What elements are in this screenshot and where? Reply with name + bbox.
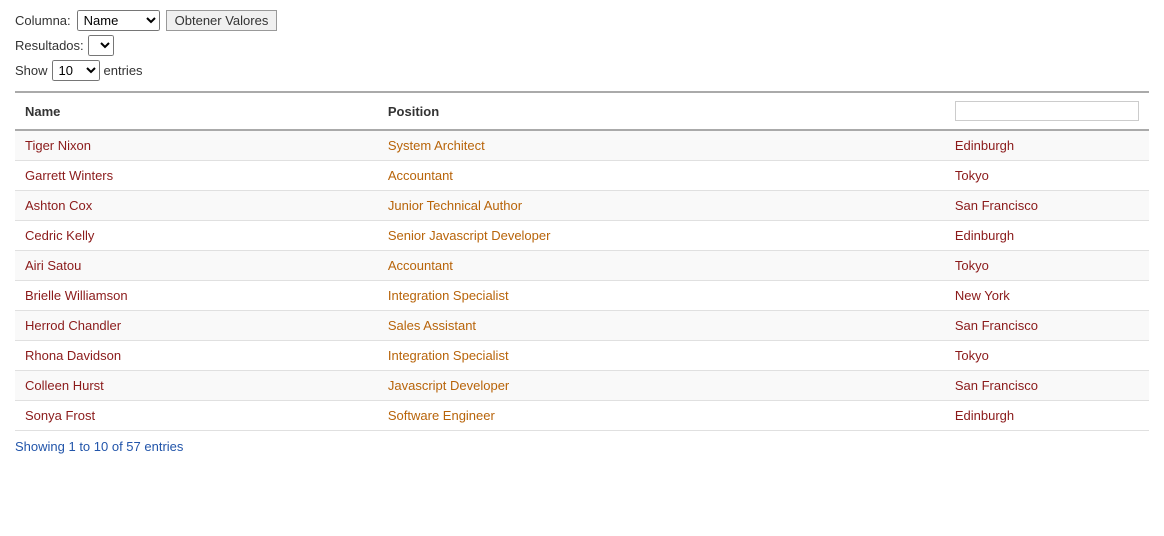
cell-name: Sonya Frost: [15, 401, 378, 431]
cell-name: Airi Satou: [15, 251, 378, 281]
cell-name: Colleen Hurst: [15, 371, 378, 401]
cell-office: New York: [945, 281, 1149, 311]
show-entries-row: Show 102550100 entries: [15, 60, 1149, 81]
cell-office: San Francisco: [945, 371, 1149, 401]
table-body: Tiger NixonSystem ArchitectEdinburghGarr…: [15, 130, 1149, 431]
table-row: Garrett WintersAccountantTokyo: [15, 161, 1149, 191]
cell-name: Brielle Williamson: [15, 281, 378, 311]
cell-office: San Francisco: [945, 191, 1149, 221]
entries-select[interactable]: 102550100: [52, 60, 100, 81]
table-row: Herrod ChandlerSales AssistantSan Franci…: [15, 311, 1149, 341]
cell-name: Garrett Winters: [15, 161, 378, 191]
col-header-search[interactable]: [945, 92, 1149, 130]
resultados-label: Resultados:: [15, 38, 84, 53]
table-row: Cedric KellySenior Javascript DeveloperE…: [15, 221, 1149, 251]
footer-info: Showing 1 to 10 of 57 entries: [15, 439, 1149, 454]
cell-office: Tokyo: [945, 251, 1149, 281]
col-header-name: Name: [15, 92, 378, 130]
cell-office: Edinburgh: [945, 130, 1149, 161]
table-row: Colleen HurstJavascript DeveloperSan Fra…: [15, 371, 1149, 401]
cell-position: Integration Specialist: [378, 341, 945, 371]
cell-position: Javascript Developer: [378, 371, 945, 401]
cell-office: San Francisco: [945, 311, 1149, 341]
search-input[interactable]: [955, 101, 1139, 121]
cell-position: Integration Specialist: [378, 281, 945, 311]
cell-office: Tokyo: [945, 161, 1149, 191]
table-row: Sonya FrostSoftware EngineerEdinburgh: [15, 401, 1149, 431]
cell-name: Herrod Chandler: [15, 311, 378, 341]
columna-label: Columna:: [15, 13, 71, 28]
column-select[interactable]: NamePositionOfficeAgeStart dateSalary: [77, 10, 160, 31]
resultados-select[interactable]: [88, 35, 114, 56]
cell-name: Tiger Nixon: [15, 130, 378, 161]
col-header-position: Position: [378, 92, 945, 130]
table-row: Airi SatouAccountantTokyo: [15, 251, 1149, 281]
cell-position: Junior Technical Author: [378, 191, 945, 221]
cell-office: Tokyo: [945, 341, 1149, 371]
cell-position: Accountant: [378, 251, 945, 281]
cell-name: Cedric Kelly: [15, 221, 378, 251]
table-row: Rhona DavidsonIntegration SpecialistToky…: [15, 341, 1149, 371]
cell-position: Accountant: [378, 161, 945, 191]
entries-suffix-label: entries: [104, 63, 143, 78]
column-control-row: Columna: NamePositionOfficeAgeStart date…: [15, 10, 1149, 31]
cell-position: Sales Assistant: [378, 311, 945, 341]
table-row: Tiger NixonSystem ArchitectEdinburgh: [15, 130, 1149, 161]
table-row: Ashton CoxJunior Technical AuthorSan Fra…: [15, 191, 1149, 221]
cell-position: Software Engineer: [378, 401, 945, 431]
cell-name: Rhona Davidson: [15, 341, 378, 371]
cell-name: Ashton Cox: [15, 191, 378, 221]
show-label: Show: [15, 63, 48, 78]
data-table: Name Position Tiger NixonSystem Architec…: [15, 91, 1149, 431]
cell-office: Edinburgh: [945, 221, 1149, 251]
obtener-valores-button[interactable]: Obtener Valores: [166, 10, 278, 31]
table-row: Brielle WilliamsonIntegration Specialist…: [15, 281, 1149, 311]
cell-position: Senior Javascript Developer: [378, 221, 945, 251]
resultados-row: Resultados:: [15, 35, 1149, 56]
cell-position: System Architect: [378, 130, 945, 161]
cell-office: Edinburgh: [945, 401, 1149, 431]
